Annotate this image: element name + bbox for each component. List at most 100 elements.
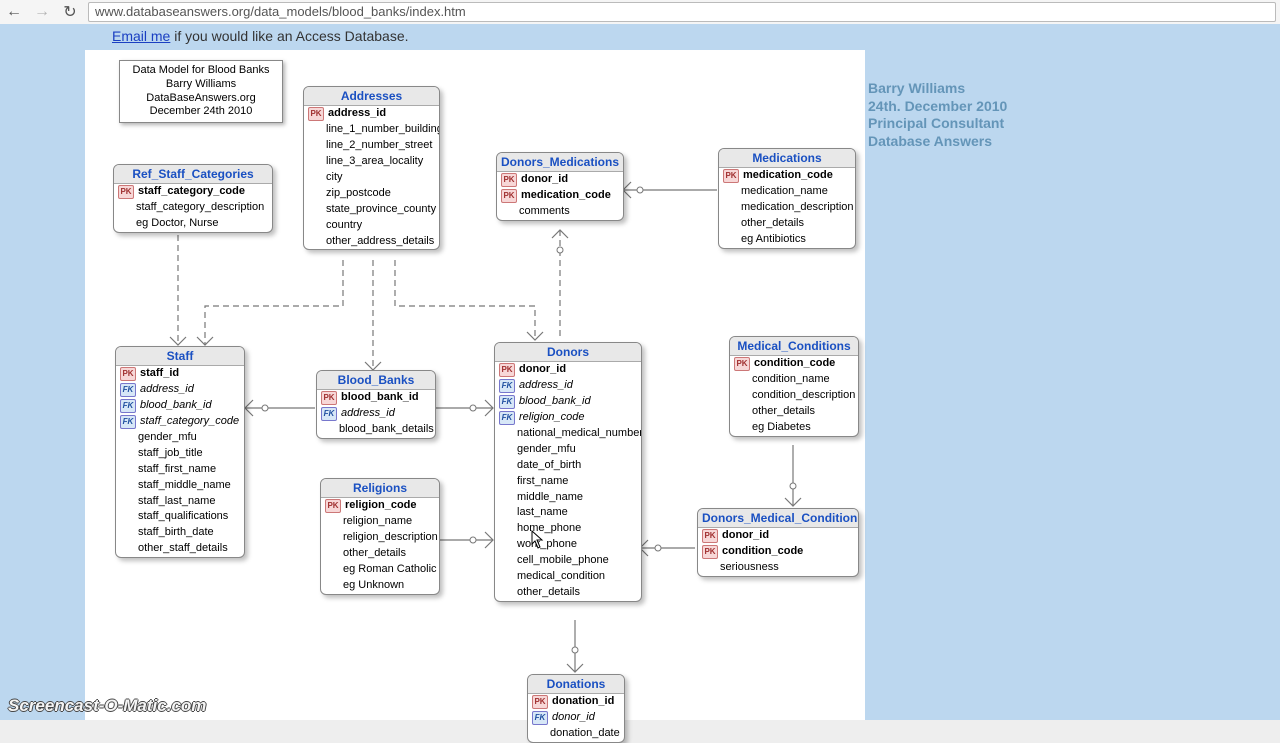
reload-button[interactable]: ↻ [60, 2, 80, 22]
field-label: seriousness [720, 560, 779, 576]
entity-title: Medications [719, 149, 855, 168]
pk-icon: PK [120, 367, 136, 381]
field-label: religion_name [343, 514, 412, 530]
field-label: other_details [517, 585, 580, 601]
entity-field: home_phone [495, 521, 641, 537]
fk-icon: FK [532, 711, 548, 725]
field-label: other_staff_details [138, 541, 228, 557]
fk-icon: FK [321, 407, 337, 421]
entity-ref-staff-categories: Ref_Staff_CategoriesPKstaff_category_cod… [113, 164, 273, 233]
fk-icon: FK [120, 399, 136, 413]
pk-icon: PK [325, 499, 341, 513]
author-name: Barry Williams [868, 80, 1007, 98]
back-button[interactable]: ← [4, 2, 24, 22]
entity-field: FKaddress_id [116, 382, 244, 398]
field-label: staff_category_description [136, 200, 264, 216]
entity-field: FK donor_id [528, 710, 624, 726]
entity-field: other_staff_details [116, 541, 244, 557]
entity-title: Addresses [304, 87, 439, 106]
entity-field: gender_mfu [116, 430, 244, 446]
author-date: 24th. December 2010 [868, 98, 1007, 116]
pk-icon: PK [723, 169, 739, 183]
field-label: last_name [517, 505, 568, 521]
entity-field: line_1_number_building [304, 122, 439, 138]
field-label: state_province_county [326, 202, 436, 218]
entity-field: other_address_details [304, 234, 439, 250]
entity-field: middle_name [495, 490, 641, 506]
field-label: line_2_number_street [326, 138, 432, 154]
entity-field: PKcondition_code [698, 544, 858, 560]
field-label: medication_name [741, 184, 828, 200]
entity-medications: MedicationsPK medication_codemedication_n… [718, 148, 856, 249]
entity-field: PK condition_code [730, 356, 858, 372]
field-label: line_3_area_locality [326, 154, 423, 170]
field-label: city [326, 170, 343, 186]
entity-field: line_3_area_locality [304, 154, 439, 170]
entity-field: staff_qualifications [116, 509, 244, 525]
field-label: date_of_birth [517, 458, 581, 474]
url-bar[interactable]: www.databaseanswers.org/data_models/bloo… [88, 2, 1276, 22]
field-label: address_id [328, 106, 386, 122]
entity-donations: DonationsPKdonation_idFKdonor_iddonation… [527, 674, 625, 743]
fk-icon: FK [120, 383, 136, 397]
field-label: zip_postcode [326, 186, 391, 202]
entity-field: PKstaff_id [116, 366, 244, 382]
entity-field: religion_name [321, 514, 439, 530]
field-label: eg Doctor, Nurse [136, 216, 219, 232]
field-label: staff_first_name [138, 462, 216, 478]
field-label: blood_bank_id [519, 394, 591, 410]
entity-title: Donors_Medications [497, 153, 623, 172]
field-label: gender_mfu [138, 430, 197, 446]
entity-title: Donors [495, 343, 641, 362]
entity-field: other_details [495, 585, 641, 601]
field-label: condition_code [722, 544, 803, 560]
entity-field: donation_date [528, 726, 624, 742]
forward-button[interactable]: → [32, 2, 52, 22]
field-label: medication_code [743, 168, 833, 184]
entity-field: condition_name [730, 372, 858, 388]
entity-addresses: AddressesPK address_idline_1_number_build… [303, 86, 440, 250]
field-label: staff_category_code [140, 414, 239, 430]
entity-medical-conditions: Medical_ConditionsPKcondition_codecondit… [729, 336, 859, 437]
entity-field: country [304, 218, 439, 234]
field-label: gender_mfu [517, 442, 576, 458]
pk-icon: PK [734, 357, 750, 371]
pk-icon: PK [308, 107, 324, 121]
field-label: religion_code [345, 498, 417, 514]
entity-field: PKdonor_id [698, 528, 858, 544]
email-link[interactable]: Email me [112, 28, 170, 44]
entity-field: eg Unknown [321, 578, 439, 594]
field-label: condition_code [754, 356, 835, 372]
entity-field: FKblood_bank_id [116, 398, 244, 414]
field-label: donor_id [552, 710, 595, 726]
browser-toolbar: ← → ↻ www.databaseanswers.org/data_model… [0, 0, 1280, 25]
field-label: condition_name [752, 372, 830, 388]
page-body: Email me if you would like an Access Dat… [0, 24, 1280, 720]
intro-text: Email me if you would like an Access Dat… [112, 28, 409, 44]
fk-icon: FK [499, 379, 515, 393]
entity-field: medication_name [719, 184, 855, 200]
field-label: religion_description [343, 530, 438, 546]
fk-icon: FK [120, 415, 136, 429]
pk-icon: PK [499, 363, 515, 377]
entity-field: religion_description [321, 530, 439, 546]
entity-field: eg Diabetes [730, 420, 858, 436]
field-label: home_phone [517, 521, 581, 537]
entity-field: comments [497, 204, 623, 220]
field-label: staff_last_name [138, 494, 215, 510]
entity-field: PKmedication_code [497, 188, 623, 204]
pk-icon: PK [501, 173, 517, 187]
note-l4: December 24th 2010 [126, 105, 276, 119]
entity-field: blood_bank_details [317, 422, 435, 438]
field-label: donor_id [722, 528, 769, 544]
field-label: religion_code [519, 410, 584, 426]
entity-field: state_province_county [304, 202, 439, 218]
field-label: other_details [343, 546, 406, 562]
pk-icon: PK [501, 189, 517, 203]
entity-field: other_details [730, 404, 858, 420]
entity-field: PK religion_code [321, 498, 439, 514]
entity-field: eg Doctor, Nurse [114, 216, 272, 232]
entity-field: line_2_number_street [304, 138, 439, 154]
field-label: donation_id [552, 694, 614, 710]
author-org: Database Answers [868, 133, 1007, 151]
